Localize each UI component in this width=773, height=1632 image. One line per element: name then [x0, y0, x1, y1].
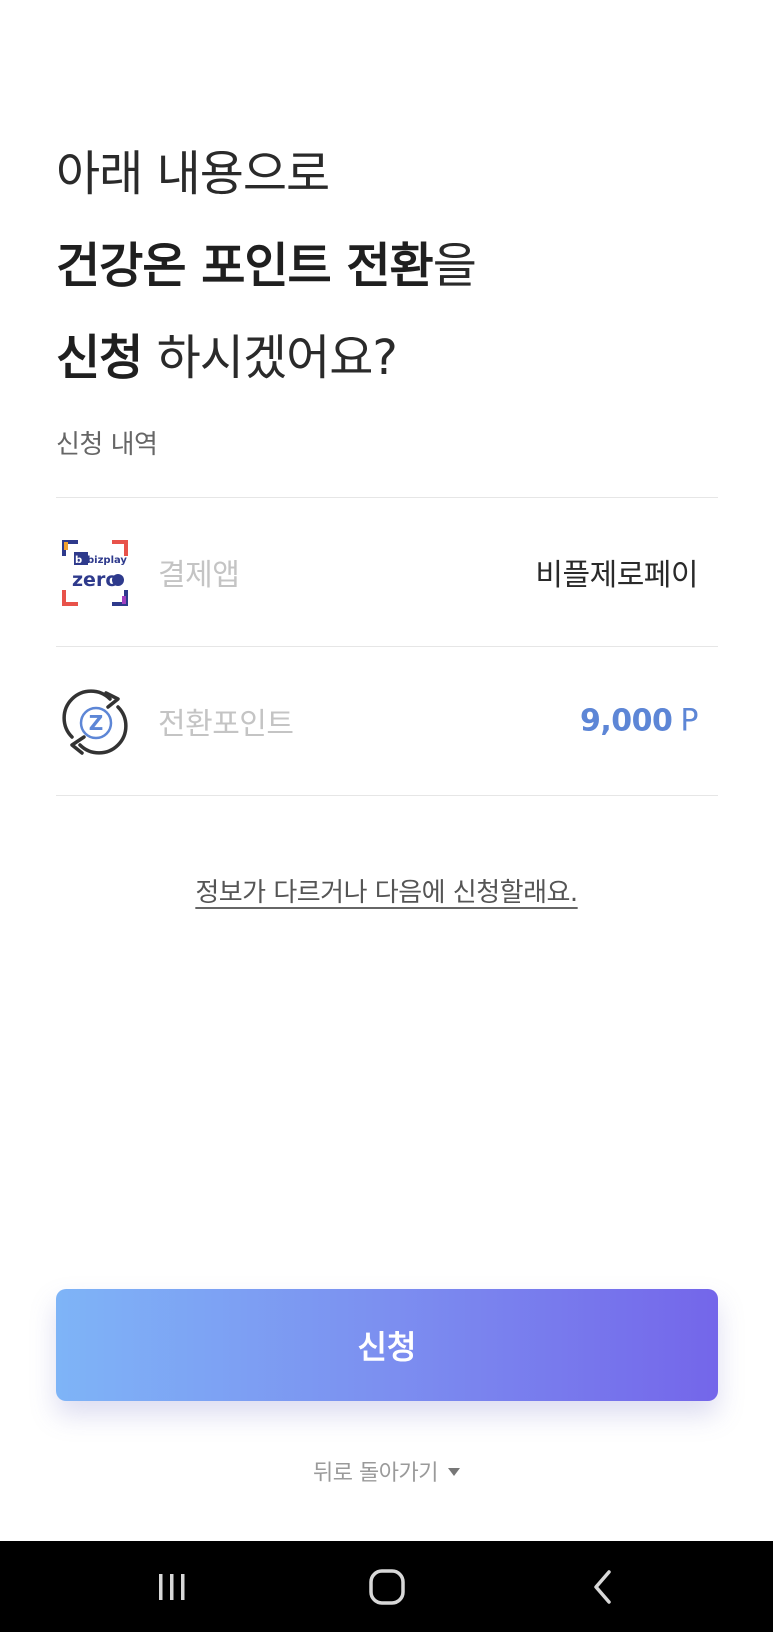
conversion-points-label: 전환포인트	[158, 707, 294, 742]
apply-button[interactable]: 신청	[56, 1289, 718, 1401]
conversion-points-value: 9,000 P	[580, 704, 698, 739]
recents-icon[interactable]	[142, 1563, 202, 1611]
payment-app-value: 비플제로페이	[535, 558, 698, 593]
points-amount: 9,000	[580, 703, 673, 739]
points-unit: P	[680, 703, 698, 739]
title-line-3-suffix: 하시겠어요?	[142, 330, 398, 386]
detail-row-payment-app: b bizplay zero 결제앱 비플제로페이	[56, 498, 718, 646]
caret-down-icon	[447, 1468, 460, 1476]
go-back-link[interactable]: 뒤로 돌아가기	[0, 1455, 773, 1487]
svg-text:zero: zero	[72, 569, 118, 591]
page-title: 아래 내용으로 건강온 포인트 전환을 신청 하시겠어요?	[56, 128, 736, 404]
divider	[56, 795, 718, 796]
payment-app-label: 결제앱	[158, 558, 240, 593]
section-label-request-details: 신청 내역	[56, 430, 158, 460]
svg-text:Z: Z	[89, 711, 104, 735]
point-exchange-icon: Z	[60, 687, 130, 757]
svg-text:bizplay: bizplay	[87, 555, 127, 566]
title-emphasis-apply: 신청	[56, 330, 143, 386]
system-navigation-bar	[0, 1541, 773, 1632]
title-line-2-suffix: 을	[432, 238, 477, 294]
title-line-1: 아래 내용으로	[56, 146, 330, 202]
conversion-request-page: 아래 내용으로 건강온 포인트 전환을 신청 하시겠어요? 신청 내역 b bi…	[0, 0, 773, 1541]
title-line-2: 건강온 포인트 전환을	[56, 220, 736, 312]
back-icon[interactable]	[574, 1563, 634, 1611]
detail-row-conversion-points: Z 전환포인트 9,000 P	[56, 647, 718, 795]
alt-link-container: 정보가 다르거나 다음에 신청할래요.	[0, 872, 773, 909]
title-line-3: 신청 하시겠어요?	[56, 312, 736, 404]
bizplay-zero-logo-icon: b bizplay zero	[60, 538, 130, 608]
title-emphasis-conversion: 건강온 포인트 전환	[56, 238, 434, 294]
later-or-incorrect-info-link[interactable]: 정보가 다르거나 다음에 신청할래요.	[195, 878, 578, 908]
home-icon[interactable]	[357, 1563, 417, 1611]
svg-text:b: b	[75, 555, 82, 566]
go-back-label: 뒤로 돌아가기	[313, 1461, 438, 1486]
